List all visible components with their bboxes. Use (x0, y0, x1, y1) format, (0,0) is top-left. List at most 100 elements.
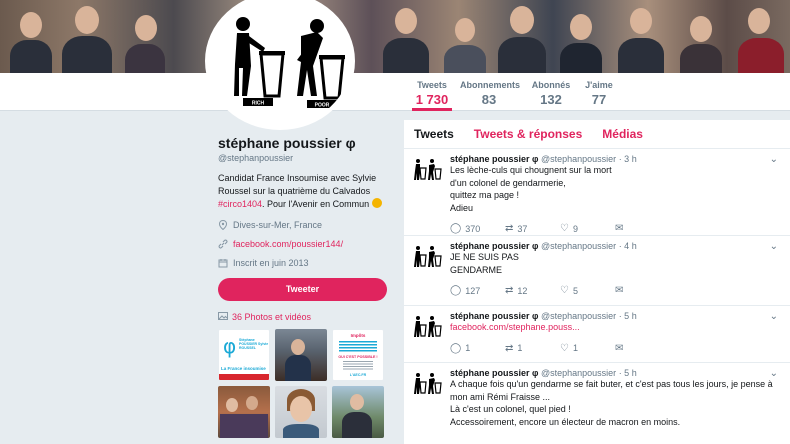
tweet[interactable]: stéphane poussier φ @stephanpoussier · 4… (404, 236, 790, 306)
tweet-text-line: JE NE SUIS PAS (450, 252, 519, 262)
retweet-button[interactable]: ⇄ 37 (505, 223, 560, 234)
tweet-author-name[interactable]: stéphane poussier φ (450, 154, 538, 164)
media-thumbnail[interactable]: Impôts OUI C'EST POSSIBLE ! L'AEC.FR (332, 329, 384, 381)
retweet-button[interactable]: ⇄ 1 (505, 343, 560, 354)
chevron-down-icon[interactable]: ⌄ (770, 241, 778, 252)
tweet-text-line: d'un colonel de gendarmerie, (450, 177, 566, 188)
like-button[interactable]: ♡ 5 (560, 285, 615, 296)
chevron-down-icon[interactable]: ⌄ (770, 368, 778, 379)
banner-photo-person (570, 14, 592, 40)
emoji-icon (371, 198, 382, 208)
retweet-count: 37 (517, 223, 528, 234)
tab-media[interactable]: Médias (602, 127, 643, 141)
like-count: 9 (572, 223, 578, 234)
tweet-author-handle[interactable]: @stephanpoussier (541, 241, 616, 251)
heart-icon: ♡ (560, 342, 569, 354)
tweet-timestamp[interactable]: · 4 h (619, 241, 637, 251)
tweet-author-name[interactable]: stéphane poussier φ (450, 311, 538, 321)
tweet-timestamp[interactable]: · 3 h (619, 154, 637, 164)
envelope-icon: ✉ (615, 285, 624, 296)
stat-following-count: 83 (481, 92, 497, 107)
banner-photo-person (10, 40, 52, 73)
tweet-header: stéphane poussier φ @stephanpoussier · 4… (450, 241, 780, 251)
stat-following-label: Abonnements (460, 80, 521, 90)
tweet-author-name[interactable]: stéphane poussier φ (450, 241, 538, 251)
heart-icon: ♡ (560, 285, 569, 296)
stat-following[interactable]: Abonnements 83 (460, 80, 521, 107)
photos-videos-link[interactable]: 36 Photos et vidéos (218, 311, 393, 323)
message-button[interactable]: ✉ (615, 223, 670, 234)
reply-button[interactable]: ◯ 370 (450, 223, 505, 234)
banner-photo-person (125, 44, 165, 73)
tab-tweets-replies[interactable]: Tweets & réponses (474, 127, 582, 141)
chevron-down-icon[interactable]: ⌄ (770, 154, 778, 165)
reply-icon: ◯ (450, 285, 462, 296)
tweet-timestamp[interactable]: · 5 h (619, 311, 637, 321)
thumbnail-caption: L'AEC.FR (349, 373, 367, 377)
tweet-actions: ◯ 127 ⇄ 12 ♡ 5 ✉ (450, 280, 780, 301)
tweet-author-name[interactable]: stéphane poussier φ (450, 368, 538, 378)
media-thumbnail[interactable] (275, 329, 327, 381)
website-link[interactable]: facebook.com/poussier144/ (233, 239, 343, 249)
retweet-icon: ⇄ (505, 223, 514, 234)
photo-icon (218, 311, 228, 323)
tweet[interactable]: stéphane poussier φ @stephanpoussier · 5… (404, 306, 790, 363)
media-thumbnail[interactable] (275, 386, 327, 438)
tweet-to-button[interactable]: Tweeter (218, 278, 387, 301)
envelope-icon: ✉ (615, 342, 624, 354)
tweet-timestamp[interactable]: · 5 h (619, 368, 637, 378)
tweet-author-handle[interactable]: @stephanpoussier (541, 154, 616, 164)
stat-likes[interactable]: J'aime 77 (584, 80, 614, 107)
like-button[interactable]: ♡ 1 (560, 343, 615, 354)
stat-followers[interactable]: Abonnés 132 (531, 80, 571, 107)
tweet-text-line: quittez ma page ! (450, 190, 520, 200)
media-grid: φ Stéphane POUSSIER Sylvie ROUSSEL La Fr… (218, 329, 393, 438)
reply-button[interactable]: ◯ 1 (450, 343, 505, 354)
profile-handle[interactable]: @stephanpoussier (218, 153, 393, 163)
tweet-avatar[interactable] (410, 157, 442, 181)
trash-cans-icon (414, 246, 442, 267)
heart-icon: ♡ (560, 223, 569, 234)
media-thumbnail[interactable] (332, 386, 384, 438)
tweet-text-line: GENDARME (450, 264, 503, 275)
tweet[interactable]: stéphane poussier φ @stephanpoussier · 3… (404, 149, 790, 236)
tweet-author-handle[interactable]: @stephanpoussier (541, 368, 616, 378)
photos-videos-label: 36 Photos et vidéos (232, 312, 312, 322)
tweet-link[interactable]: facebook.com/stephane.pouss... (450, 321, 780, 334)
profile-name[interactable]: stéphane poussier φ (218, 135, 393, 151)
reply-button[interactable]: ◯ 127 (450, 285, 505, 296)
message-button[interactable]: ✉ (615, 285, 670, 296)
media-thumbnail[interactable]: φ Stéphane POUSSIER Sylvie ROUSSEL La Fr… (218, 329, 270, 381)
banner-photo-person (135, 15, 157, 41)
retweet-icon: ⇄ (505, 342, 514, 354)
stat-tweets[interactable]: Tweets 1 730 (412, 80, 452, 111)
banner-photo-person (690, 16, 712, 42)
trash-cans-icon: RICH POOR (234, 17, 345, 109)
thumbnail-caption: Impôts (350, 333, 366, 338)
profile-joined: Inscrit en juin 2013 (218, 258, 393, 268)
message-button[interactable]: ✉ (615, 343, 670, 354)
stat-followers-count: 132 (540, 92, 562, 107)
reply-count: 1 (465, 343, 471, 353)
timeline: Tweets Tweets & réponses Médias stéphane… (404, 120, 790, 444)
tweet-author-handle[interactable]: @stephanpoussier (541, 311, 616, 321)
chevron-down-icon[interactable]: ⌄ (770, 311, 778, 322)
retweet-count: 1 (517, 343, 523, 353)
tweet-avatar[interactable] (410, 244, 442, 268)
trash-cans-icon (414, 316, 442, 337)
timeline-tabs: Tweets Tweets & réponses Médias (404, 120, 790, 149)
tweet-text-line: Accessoirement, encore un électeur de ma… (450, 416, 681, 427)
media-thumbnail[interactable] (218, 386, 270, 438)
like-count: 5 (572, 285, 578, 296)
bio-text: Candidat France Insoumise avec Sylvie Ro… (218, 173, 377, 196)
tweet-header: stéphane poussier φ @stephanpoussier · 5… (450, 368, 780, 378)
profile-sidebar: stéphane poussier φ @stephanpoussier Can… (218, 120, 393, 438)
bio-hashtag-link[interactable]: #circo1404 (218, 199, 262, 209)
tweet-avatar[interactable] (410, 314, 442, 338)
like-button[interactable]: ♡ 9 (560, 223, 615, 234)
tweet-avatar[interactable] (410, 371, 442, 395)
tab-tweets[interactable]: Tweets (414, 127, 454, 141)
retweet-button[interactable]: ⇄ 12 (505, 285, 560, 296)
svg-text:POOR: POOR (315, 103, 330, 109)
tweet[interactable]: stéphane poussier φ @stephanpoussier · 5… (404, 363, 790, 444)
